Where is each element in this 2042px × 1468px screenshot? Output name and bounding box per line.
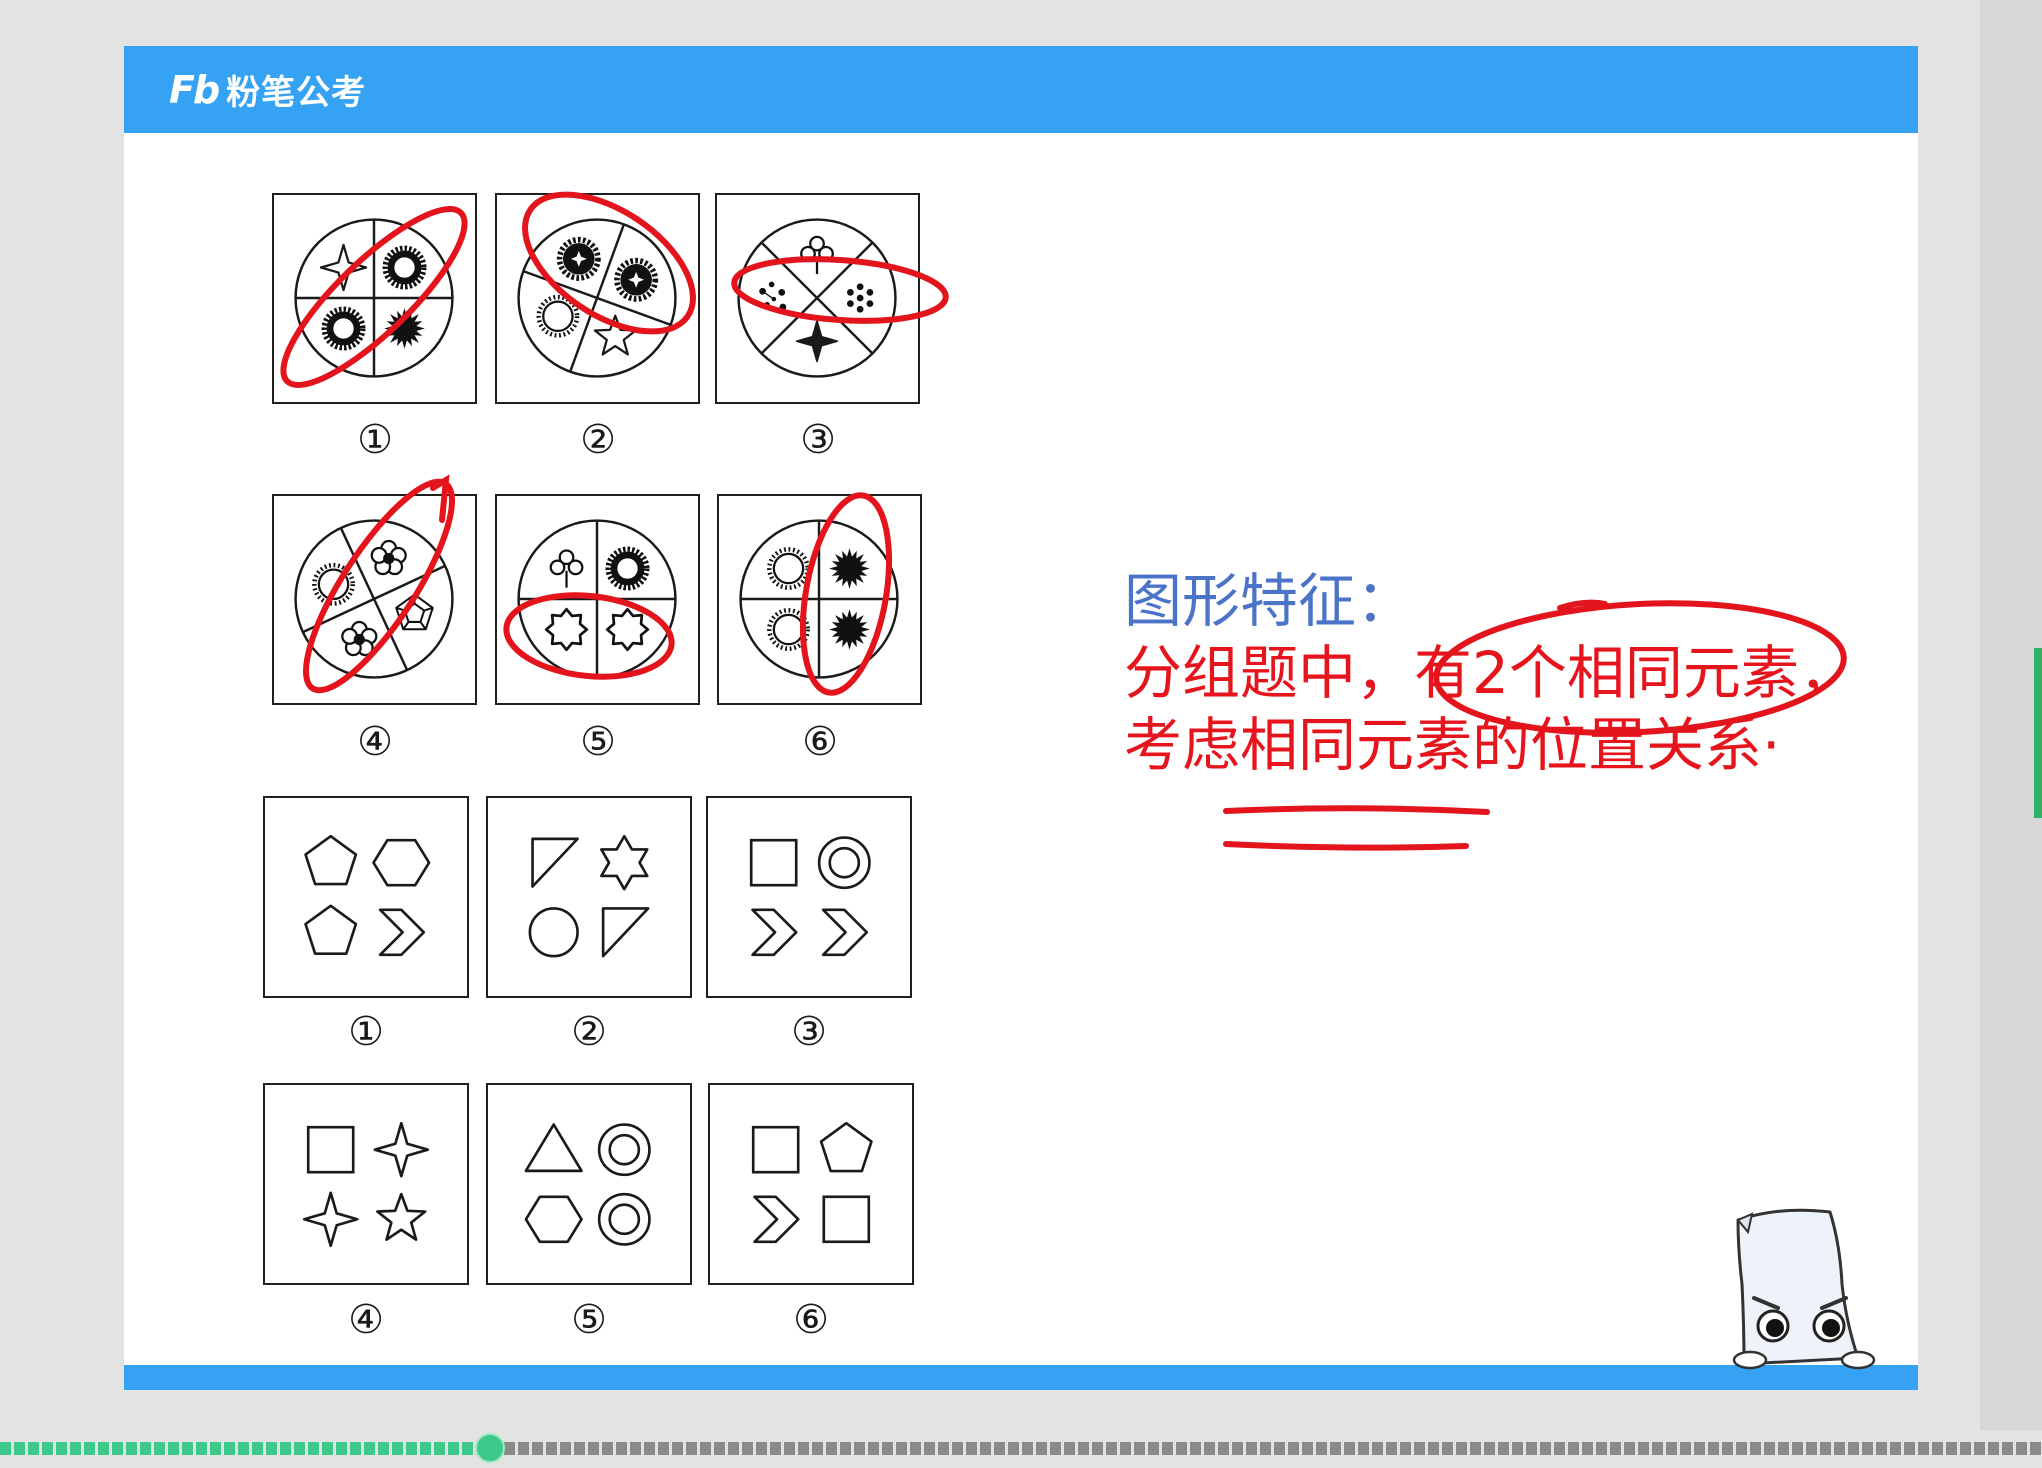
figure-panel-b1 — [263, 796, 469, 998]
figure-panel-a5 — [495, 494, 700, 705]
square-icon — [306, 1125, 355, 1174]
chevron-icon — [821, 908, 869, 957]
four-point-star-icon — [373, 1121, 430, 1178]
double-circle-icon — [817, 836, 871, 890]
notes-block: 图形特征： 分组题中，有2个相同元素， 考虑相同元素的位置关系· — [1124, 565, 1904, 781]
jagged-icon — [605, 607, 650, 652]
figure-panel-a2 — [495, 193, 700, 404]
figure-label: ② — [580, 417, 616, 463]
figure-label: ③ — [800, 417, 836, 463]
square-icon — [822, 1195, 871, 1244]
notes-heading: 图形特征： — [1124, 567, 1415, 635]
figure-label: ① — [348, 1009, 384, 1055]
figure-panel-b2 — [486, 796, 692, 998]
five-point-star-icon — [376, 1192, 427, 1241]
figure-panel-a3 — [715, 193, 920, 404]
right-triangle-icon — [531, 837, 579, 888]
figure-label: ⑤ — [580, 719, 616, 765]
figure-panel-a1 — [272, 193, 477, 404]
window-side-band — [1980, 0, 2042, 1430]
double-circle-icon — [597, 1123, 651, 1177]
figure-label: ① — [357, 417, 393, 463]
figure-label: ④ — [357, 719, 393, 765]
double-circle-icon — [597, 1192, 651, 1246]
logo-text: 粉笔公考 — [226, 73, 367, 113]
progress-played — [0, 1442, 491, 1455]
triangle-icon — [524, 1123, 583, 1173]
chevron-icon — [751, 908, 798, 957]
chevron-icon — [753, 1195, 800, 1244]
figure-label: ⑤ — [571, 1297, 607, 1343]
figure-panel-b6 — [708, 1083, 914, 1285]
figure-label: ③ — [791, 1009, 827, 1055]
chevron-icon — [378, 908, 426, 957]
figure-panel-b5 — [486, 1083, 692, 1285]
figure-panel-b4 — [263, 1083, 469, 1285]
slide-header: Fb 粉笔公考 — [124, 46, 1918, 133]
figure-label: ④ — [348, 1297, 384, 1343]
logo-mark: Fb — [169, 67, 220, 112]
progress-knob[interactable] — [475, 1433, 506, 1463]
pentagon-icon — [304, 904, 358, 956]
figure-panel-a4 — [272, 494, 477, 705]
notes-line-1: 分组题中，有2个相同元素， — [1124, 639, 1857, 707]
pentagon-icon — [819, 1121, 873, 1173]
pentagon-icon — [304, 834, 358, 886]
right-triangle-icon — [601, 907, 650, 958]
progress-track[interactable] — [0, 1433, 2042, 1463]
figure-label: ⑥ — [793, 1297, 829, 1343]
four-point-star-icon — [302, 1191, 359, 1248]
jagged-icon — [544, 607, 589, 652]
black-gear-icon — [560, 240, 598, 278]
figure-label: ② — [571, 1009, 607, 1055]
figure-panel-b3 — [706, 796, 912, 998]
figure-label: ⑥ — [802, 719, 838, 765]
black-gear-icon — [617, 261, 655, 299]
side-indicator — [2034, 648, 2042, 818]
hexagon-icon — [524, 1195, 583, 1244]
slide-footer-bar — [124, 1365, 1918, 1390]
mascot-icon — [1732, 1208, 1876, 1370]
notes-line-2: 考虑相同元素的位置关系· — [1124, 711, 1781, 779]
six-point-star-icon — [600, 834, 649, 891]
figure-panel-a6 — [717, 494, 922, 705]
circle-icon — [528, 907, 579, 958]
hexagon-icon — [372, 838, 431, 887]
square-icon — [751, 1125, 800, 1174]
square-icon — [749, 838, 798, 887]
